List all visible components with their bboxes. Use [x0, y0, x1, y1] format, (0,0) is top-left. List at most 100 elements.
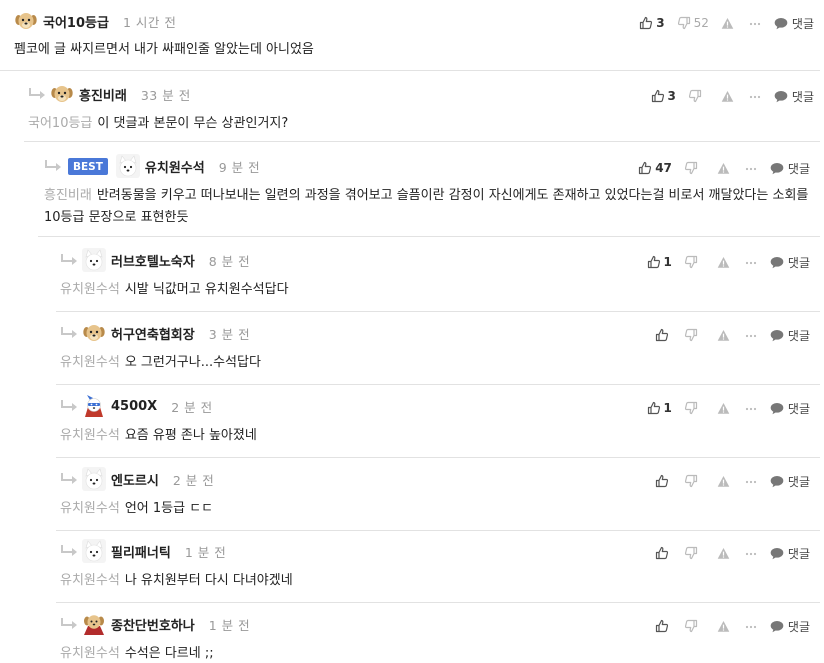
report-button[interactable]	[717, 162, 730, 175]
author-nickname[interactable]: 필리패너틱	[111, 542, 171, 561]
avatar[interactable]	[50, 82, 79, 106]
more-button[interactable]	[745, 547, 757, 559]
reply-button[interactable]: 댓글	[774, 88, 814, 105]
upvote-button[interactable]	[655, 474, 669, 488]
reply-button[interactable]: 댓글	[770, 473, 810, 490]
mentioned-user[interactable]: 유치원수석	[60, 282, 120, 297]
upvote-button[interactable]: 3	[639, 16, 665, 30]
thumbs-down-icon	[677, 16, 691, 30]
downvote-button[interactable]	[684, 474, 698, 488]
more-button[interactable]	[745, 475, 757, 487]
reply-arrow-icon	[60, 617, 82, 631]
mentioned-user[interactable]: 흥진비래	[44, 188, 92, 203]
reply-button[interactable]: 댓글	[770, 400, 810, 417]
avatar[interactable]	[115, 154, 145, 178]
comment-body: 유치원수석 시발 닉값머고 유치원수석답다	[60, 279, 289, 301]
comment-time: 33 분 전	[140, 87, 191, 103]
comment-divider	[56, 457, 820, 458]
reply-arrow-icon	[60, 399, 82, 413]
thumbs-down-icon	[684, 255, 698, 269]
author-nickname[interactable]: 종찬단번호하나	[111, 615, 195, 634]
reply-label: 댓글	[787, 474, 810, 489]
author-nickname[interactable]: 허구연축협회장	[111, 324, 195, 343]
more-icon	[745, 162, 757, 174]
comment-divider	[24, 141, 820, 142]
more-button[interactable]	[749, 17, 761, 29]
report-button[interactable]	[717, 256, 730, 269]
report-button[interactable]	[721, 17, 734, 30]
report-button[interactable]	[717, 547, 730, 560]
avatar[interactable]	[82, 248, 111, 272]
avatar[interactable]	[82, 394, 111, 418]
comment-item: 필리패너틱 1 분 전 유치원수석 나 유치원부터 다시 다녀야겠네 댓글	[60, 539, 824, 599]
downvote-button[interactable]	[684, 161, 698, 175]
avatar[interactable]	[82, 321, 111, 345]
upvote-button[interactable]: 1	[647, 401, 672, 415]
author-nickname[interactable]: 러브호텔노숙자	[111, 251, 195, 270]
upvote-button[interactable]: 47	[638, 161, 672, 175]
more-icon	[749, 90, 761, 102]
comment-item: 국어10등급 1 시간 전 펨코에 글 싸지르면서 내가 싸패인줄 알았는데 아니었…	[14, 9, 824, 69]
upvote-button[interactable]: 3	[651, 89, 676, 103]
downvote-button[interactable]	[684, 619, 698, 633]
report-button[interactable]	[717, 402, 730, 415]
upvote-count: 1	[663, 401, 672, 415]
reply-button[interactable]: 댓글	[770, 254, 810, 271]
more-icon	[745, 329, 757, 341]
reply-button[interactable]: 댓글	[770, 160, 810, 177]
report-button[interactable]	[717, 620, 730, 633]
upvote-button[interactable]: 1	[647, 255, 672, 269]
speech-bubble-icon	[770, 620, 784, 633]
mentioned-user[interactable]: 국어10등급	[28, 116, 92, 131]
author-nickname[interactable]: 엔도르시	[111, 470, 159, 489]
mentioned-user[interactable]: 유치원수석	[60, 428, 120, 443]
reply-button[interactable]: 댓글	[770, 618, 810, 635]
downvote-button[interactable]	[688, 89, 702, 103]
reply-arrow-icon	[44, 159, 66, 173]
downvote-button[interactable]: 52	[677, 16, 709, 30]
author-nickname[interactable]: 4500X	[111, 399, 157, 414]
author-nickname[interactable]: 국어10등급	[43, 12, 109, 31]
upvote-button[interactable]	[655, 546, 669, 560]
warning-icon	[717, 475, 730, 488]
reply-button[interactable]: 댓글	[770, 327, 810, 344]
comment-header: 필리패너틱 1 분 전	[60, 539, 226, 563]
report-button[interactable]	[717, 329, 730, 342]
reply-label: 댓글	[791, 89, 814, 104]
comment-header: 국어10등급 1 시간 전	[14, 9, 176, 33]
comment-body: 흥진비래 반려동물을 키우고 떠나보내는 일련의 과정을 겪어보고 슬픔이란 감정…	[44, 185, 818, 229]
reply-button[interactable]: 댓글	[770, 545, 810, 562]
mentioned-user[interactable]: 유치원수석	[60, 646, 120, 661]
report-button[interactable]	[717, 475, 730, 488]
mentioned-user[interactable]: 유치원수석	[60, 355, 120, 370]
more-button[interactable]	[745, 329, 757, 341]
avatar[interactable]	[14, 9, 43, 33]
more-button[interactable]	[745, 620, 757, 632]
thumbs-up-icon	[647, 401, 661, 415]
upvote-count: 1	[663, 255, 672, 269]
avatar[interactable]	[82, 467, 111, 491]
author-nickname[interactable]: 유치원수석	[145, 157, 205, 176]
more-button[interactable]	[745, 256, 757, 268]
downvote-button[interactable]	[684, 546, 698, 560]
upvote-button[interactable]	[655, 328, 669, 342]
more-button[interactable]	[745, 402, 757, 414]
warning-icon	[721, 90, 734, 103]
comment-time: 8 분 전	[208, 253, 251, 269]
downvote-button[interactable]	[684, 401, 698, 415]
upvote-button[interactable]	[655, 619, 669, 633]
mentioned-user[interactable]: 유치원수석	[60, 501, 120, 516]
more-button[interactable]	[749, 90, 761, 102]
comment-actions: 47 댓글	[638, 160, 810, 176]
avatar[interactable]	[82, 539, 111, 563]
report-button[interactable]	[721, 90, 734, 103]
comment-body: 국어10등급 이 댓글과 본문이 무슨 상관인거지?	[28, 113, 288, 135]
reply-button[interactable]: 댓글	[774, 15, 814, 32]
downvote-button[interactable]	[684, 328, 698, 342]
comment-actions: 댓글	[655, 545, 810, 561]
downvote-button[interactable]	[684, 255, 698, 269]
mentioned-user[interactable]: 유치원수석	[60, 573, 120, 588]
more-button[interactable]	[745, 162, 757, 174]
avatar[interactable]	[82, 612, 111, 636]
author-nickname[interactable]: 흥진비래	[79, 85, 127, 104]
